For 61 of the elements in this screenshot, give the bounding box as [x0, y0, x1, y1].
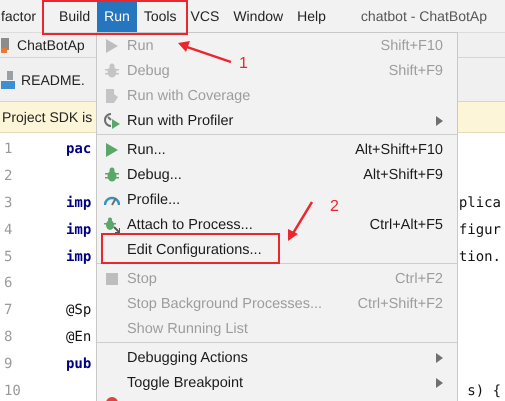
- menu-item[interactable]: Tools: [136, 0, 184, 32]
- bug-icon: [105, 63, 119, 78]
- pointer-arrow: [178, 40, 232, 64]
- shortcut-text: Ctrl+F2: [395, 270, 443, 286]
- file-icon: [1, 37, 11, 53]
- line-number: 7: [3, 302, 14, 318]
- callout-number: 2: [330, 198, 339, 216]
- line-number: 2: [3, 168, 14, 184]
- code-text: @En: [66, 328, 92, 345]
- line-number: 8: [3, 328, 14, 345]
- shortcut-text: Shift+F9: [388, 62, 443, 78]
- menu-item[interactable]: Profile...: [127, 192, 180, 208]
- play-icon: [106, 142, 118, 156]
- shortcut-text: Ctrl+Alt+F5: [370, 216, 443, 232]
- code-text: pub: [66, 356, 92, 372]
- shortcut-text: Ctrl+Shift+F2: [358, 296, 443, 312]
- line-number: 5: [3, 248, 14, 265]
- code-text: imp: [66, 222, 92, 238]
- code-text: figur: [458, 222, 502, 238]
- menu-item[interactable]: Edit Configurations...: [127, 242, 262, 258]
- menu-item[interactable]: Help: [290, 0, 333, 32]
- line-number: 3: [3, 194, 14, 211]
- menu-item[interactable]: Run...: [127, 142, 166, 158]
- line-number: 10: [3, 382, 22, 399]
- callout-number: 1: [239, 55, 248, 73]
- bug-icon: [105, 167, 119, 182]
- shortcut-text: Alt+Shift+F9: [363, 166, 443, 182]
- code-text: imp: [66, 248, 92, 265]
- menu-item[interactable]: factor: [0, 0, 52, 32]
- menu-item[interactable]: Debugging Actions: [127, 350, 248, 366]
- banner-text: Project SDK is: [2, 109, 92, 125]
- menu-item[interactable]: Toggle Breakpoint: [127, 374, 244, 390]
- menu-item[interactable]: VCS: [184, 0, 226, 32]
- shortcut-text: Alt+Shift+F10: [355, 142, 443, 158]
- code-text: s) {: [467, 382, 502, 399]
- window-title: chatbot - ChatBotAp: [360, 7, 487, 26]
- file-icon: [1, 70, 15, 88]
- line-number: 4: [3, 222, 14, 238]
- file-tab[interactable]: ChatBotAp: [17, 37, 85, 53]
- code-text: pac: [66, 141, 92, 158]
- gauge-play-icon: [104, 112, 120, 128]
- code-text: tion.: [458, 248, 502, 265]
- code-text: plica: [458, 194, 502, 211]
- menu-item[interactable]: Debug...: [127, 166, 182, 182]
- line-number: 9: [3, 356, 14, 372]
- bug-arrow-icon: [104, 216, 120, 232]
- menu-item[interactable]: Run: [97, 0, 137, 32]
- stop-icon: [106, 272, 118, 284]
- code-text: imp: [66, 194, 92, 211]
- pointer-arrow: [286, 201, 314, 241]
- line-number: 1: [3, 141, 14, 158]
- shortcut-text: Shift+F10: [380, 38, 443, 54]
- shield-icon: [105, 88, 119, 104]
- menu-item[interactable]: Window: [226, 0, 290, 32]
- menu-item[interactable]: Run with Profiler: [127, 112, 234, 128]
- code-text: @Sp: [66, 302, 92, 318]
- play-icon: [106, 38, 118, 52]
- line-number: 6: [3, 275, 14, 292]
- menu-item[interactable]: Attach to Process...: [127, 216, 253, 232]
- menu-item[interactable]: Build: [52, 0, 98, 32]
- file-tab[interactable]: README.: [21, 72, 85, 88]
